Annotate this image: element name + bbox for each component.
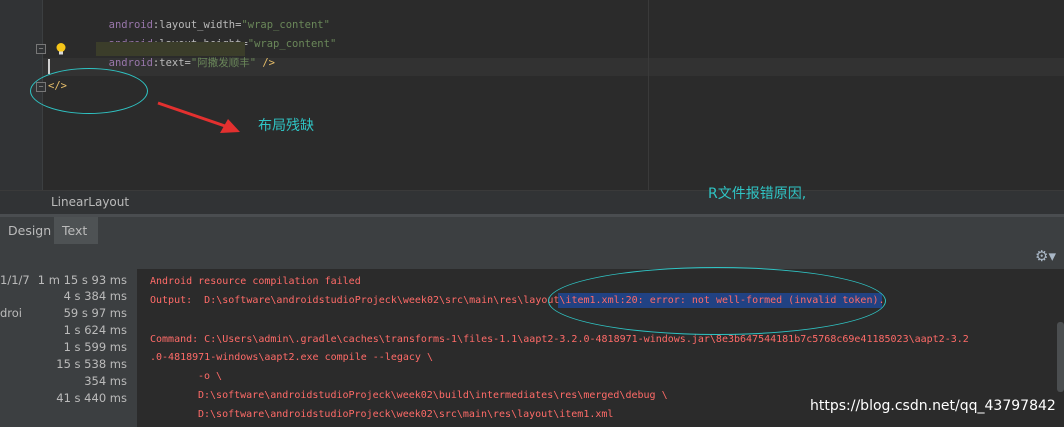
tree-row[interactable]: 1 s 624 ms — [0, 323, 133, 339]
tab-text[interactable]: Text — [54, 217, 98, 244]
tree-row[interactable]: 354 ms — [0, 374, 133, 390]
lightbulb-icon[interactable] — [55, 42, 67, 56]
tree-row[interactable]: 4 s 384 ms — [0, 289, 133, 305]
text-caret — [48, 59, 50, 74]
breadcrumb[interactable]: LinearLayout — [51, 195, 129, 209]
annotation-ellipse — [548, 267, 886, 335]
tree-row[interactable]: droi 59 s 97 ms — [0, 306, 133, 322]
log-line: D:\software\androidstudioProjeck\week02\… — [198, 390, 668, 401]
tree-row[interactable]: 15 s 538 ms — [0, 357, 133, 373]
code-close-tag: /> — [256, 57, 275, 69]
annotation-ellipse — [30, 68, 148, 114]
breadcrumb-bar — [0, 190, 1064, 215]
tree-row[interactable]: 41 s 440 ms — [0, 391, 133, 407]
gear-icon[interactable]: ⚙▾ — [1035, 247, 1056, 265]
right-margin-guide — [648, 0, 649, 190]
annotation-arrow — [157, 101, 240, 133]
build-tree[interactable]: 1/1/7 1 m 15 s 93 ms 4 s 384 ms droi 59 s … — [0, 269, 137, 427]
annotation-layout-missing: 布局残缺 — [258, 118, 314, 134]
log-line: Command: C:\Users\admin\.gradle\caches\t… — [150, 334, 969, 345]
build-toolbar — [0, 244, 1064, 269]
fold-icon[interactable]: − — [36, 44, 46, 54]
log-line: .0-4818971-windows\aapt2.exe compile --l… — [150, 352, 433, 363]
tree-row[interactable]: 1/1/7 1 m 15 s 93 ms — [0, 273, 133, 289]
code-line-text[interactable]: android:text="阿撒发顺丰" /> — [96, 42, 275, 70]
log-line: D:\software\androidstudioProjeck\week02\… — [198, 409, 614, 420]
tree-row[interactable]: 1 s 599 ms — [0, 340, 133, 356]
code-namespace: android — [108, 57, 153, 69]
code-attribute: text — [159, 57, 185, 69]
code-value: "阿撒发顺丰" — [190, 57, 257, 69]
annotation-r-file-error: R文件报错原因, — [708, 186, 807, 202]
log-line: -o \ — [198, 371, 223, 382]
tab-design[interactable]: Design — [0, 217, 51, 244]
editor-tab-bar — [0, 217, 1064, 245]
watermark: https://blog.csdn.net/qq_43797842 — [810, 398, 1056, 414]
scrollbar[interactable] — [1057, 322, 1064, 392]
log-line: Android resource compilation failed — [150, 276, 361, 287]
